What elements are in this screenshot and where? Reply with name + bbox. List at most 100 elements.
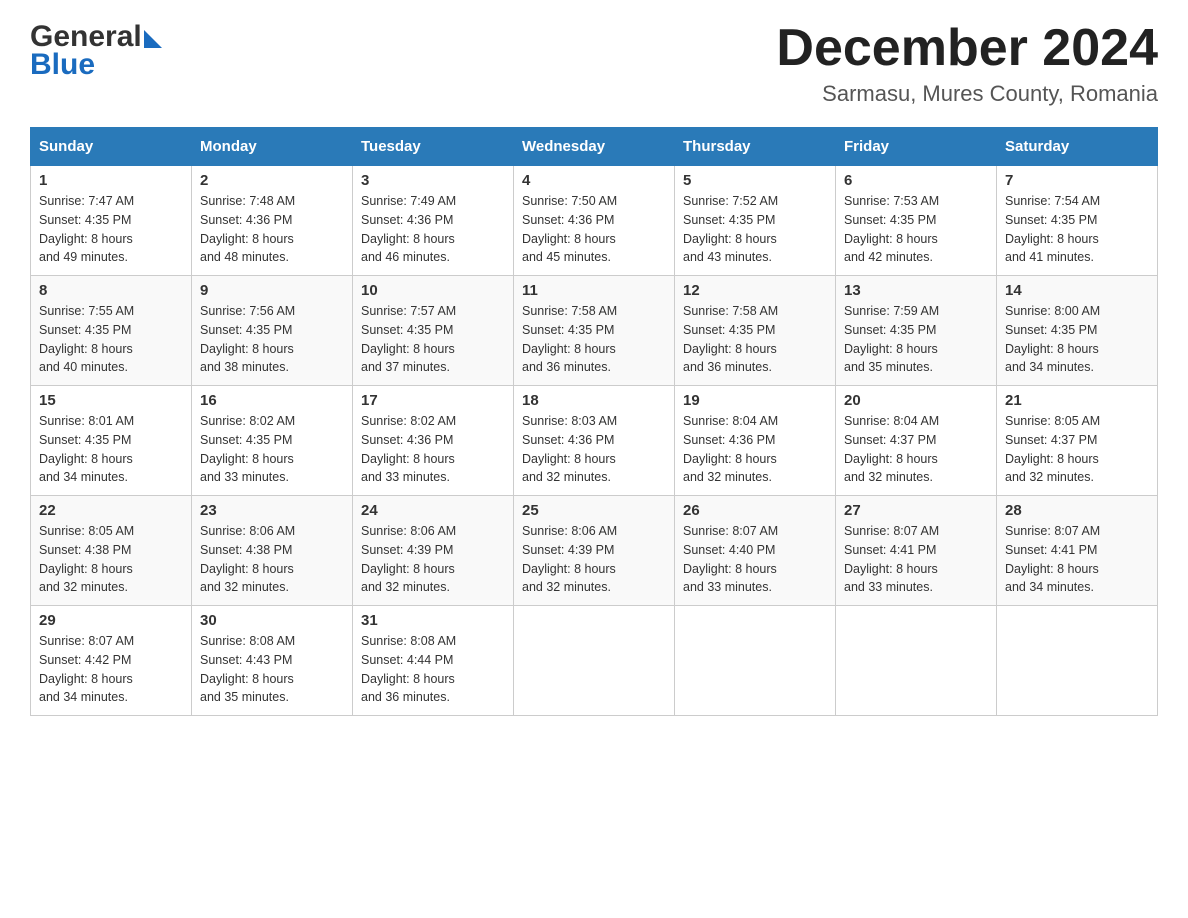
- day-info: Sunrise: 8:08 AMSunset: 4:43 PMDaylight:…: [200, 632, 344, 707]
- title-block: December 2024 Sarmasu, Mures County, Rom…: [776, 20, 1158, 107]
- header-thursday: Thursday: [675, 128, 836, 166]
- day-info: Sunrise: 8:07 AMSunset: 4:42 PMDaylight:…: [39, 632, 183, 707]
- day-info: Sunrise: 8:02 AMSunset: 4:35 PMDaylight:…: [200, 412, 344, 487]
- day-number: 27: [844, 502, 988, 519]
- table-row: 12 Sunrise: 7:58 AMSunset: 4:35 PMDayligh…: [675, 276, 836, 386]
- logo-arrow-icon: [144, 30, 162, 48]
- page-title: December 2024: [776, 20, 1158, 77]
- day-info: Sunrise: 7:52 AMSunset: 4:35 PMDaylight:…: [683, 192, 827, 267]
- header-wednesday: Wednesday: [514, 128, 675, 166]
- day-info: Sunrise: 7:47 AMSunset: 4:35 PMDaylight:…: [39, 192, 183, 267]
- table-row: 5 Sunrise: 7:52 AMSunset: 4:35 PMDaylight…: [675, 166, 836, 276]
- day-number: 11: [522, 282, 666, 299]
- table-row: 4Sunrise: 7:50 AMSunset: 4:36 PMDaylight…: [514, 166, 675, 276]
- page-subtitle: Sarmasu, Mures County, Romania: [776, 81, 1158, 107]
- day-info: Sunrise: 8:01 AMSunset: 4:35 PMDaylight:…: [39, 412, 183, 487]
- day-number: 30: [200, 612, 344, 629]
- day-info: Sunrise: 8:06 AMSunset: 4:38 PMDaylight:…: [200, 522, 344, 597]
- day-number: 14: [1005, 282, 1149, 299]
- day-number: 2: [200, 172, 344, 189]
- page-header: General Blue December 2024 Sarmasu, Mure…: [30, 20, 1158, 107]
- day-number: 25: [522, 502, 666, 519]
- day-number: 16: [200, 392, 344, 409]
- day-number: 26: [683, 502, 827, 519]
- table-row: 29 Sunrise: 8:07 AMSunset: 4:42 PMDayligh…: [31, 606, 192, 716]
- day-number: 22: [39, 502, 183, 519]
- day-info: Sunrise: 7:57 AMSunset: 4:35 PMDaylight:…: [361, 302, 505, 377]
- table-row: 8Sunrise: 7:55 AMSunset: 4:35 PMDaylight…: [31, 276, 192, 386]
- table-row: 1 Sunrise: 7:47 AMSunset: 4:35 PMDaylight…: [31, 166, 192, 276]
- table-row: 14 Sunrise: 8:00 AMSunset: 4:35 PMDayligh…: [997, 276, 1158, 386]
- header-sunday: Sunday: [31, 128, 192, 166]
- day-info: Sunrise: 8:07 AMSunset: 4:40 PMDaylight:…: [683, 522, 827, 597]
- table-row: 10Sunrise: 7:57 AMSunset: 4:35 PMDayligh…: [353, 276, 514, 386]
- day-info: Sunrise: 8:06 AMSunset: 4:39 PMDaylight:…: [522, 522, 666, 597]
- table-row: 20 Sunrise: 8:04 AMSunset: 4:37 PMDayligh…: [836, 386, 997, 496]
- logo-blue-text: Blue: [30, 48, 95, 82]
- day-info: Sunrise: 8:08 AMSunset: 4:44 PMDaylight:…: [361, 632, 505, 707]
- day-info: Sunrise: 8:05 AMSunset: 4:38 PMDaylight:…: [39, 522, 183, 597]
- calendar-week-row: 29 Sunrise: 8:07 AMSunset: 4:42 PMDayligh…: [31, 606, 1158, 716]
- day-number: 8: [39, 282, 183, 299]
- day-number: 5: [683, 172, 827, 189]
- table-row: [514, 606, 675, 716]
- day-number: 12: [683, 282, 827, 299]
- table-row: 3 Sunrise: 7:49 AMSunset: 4:36 PMDaylight…: [353, 166, 514, 276]
- table-row: 25 Sunrise: 8:06 AMSunset: 4:39 PMDayligh…: [514, 496, 675, 606]
- calendar-week-row: 8Sunrise: 7:55 AMSunset: 4:35 PMDaylight…: [31, 276, 1158, 386]
- day-info: Sunrise: 7:58 AMSunset: 4:35 PMDaylight:…: [522, 302, 666, 377]
- day-number: 18: [522, 392, 666, 409]
- table-row: 18 Sunrise: 8:03 AMSunset: 4:36 PMDayligh…: [514, 386, 675, 496]
- day-number: 20: [844, 392, 988, 409]
- calendar-week-row: 15Sunrise: 8:01 AMSunset: 4:35 PMDayligh…: [31, 386, 1158, 496]
- table-row: 6 Sunrise: 7:53 AMSunset: 4:35 PMDaylight…: [836, 166, 997, 276]
- header-tuesday: Tuesday: [353, 128, 514, 166]
- table-row: 2Sunrise: 7:48 AMSunset: 4:36 PMDaylight…: [192, 166, 353, 276]
- day-info: Sunrise: 8:00 AMSunset: 4:35 PMDaylight:…: [1005, 302, 1149, 377]
- table-row: 13 Sunrise: 7:59 AMSunset: 4:35 PMDayligh…: [836, 276, 997, 386]
- table-row: 19 Sunrise: 8:04 AMSunset: 4:36 PMDayligh…: [675, 386, 836, 496]
- table-row: 23Sunrise: 8:06 AMSunset: 4:38 PMDayligh…: [192, 496, 353, 606]
- header-saturday: Saturday: [997, 128, 1158, 166]
- table-row: 15Sunrise: 8:01 AMSunset: 4:35 PMDayligh…: [31, 386, 192, 496]
- day-info: Sunrise: 8:04 AMSunset: 4:36 PMDaylight:…: [683, 412, 827, 487]
- calendar-header-row: Sunday Monday Tuesday Wednesday Thursday…: [31, 128, 1158, 166]
- day-info: Sunrise: 8:04 AMSunset: 4:37 PMDaylight:…: [844, 412, 988, 487]
- day-number: 13: [844, 282, 988, 299]
- day-info: Sunrise: 8:06 AMSunset: 4:39 PMDaylight:…: [361, 522, 505, 597]
- logo: General Blue: [30, 20, 162, 82]
- table-row: 22 Sunrise: 8:05 AMSunset: 4:38 PMDayligh…: [31, 496, 192, 606]
- day-number: 3: [361, 172, 505, 189]
- table-row: 30 Sunrise: 8:08 AMSunset: 4:43 PMDayligh…: [192, 606, 353, 716]
- table-row: 21 Sunrise: 8:05 AMSunset: 4:37 PMDayligh…: [997, 386, 1158, 496]
- table-row: 11 Sunrise: 7:58 AMSunset: 4:35 PMDayligh…: [514, 276, 675, 386]
- header-friday: Friday: [836, 128, 997, 166]
- day-info: Sunrise: 7:54 AMSunset: 4:35 PMDaylight:…: [1005, 192, 1149, 267]
- day-info: Sunrise: 8:05 AMSunset: 4:37 PMDaylight:…: [1005, 412, 1149, 487]
- day-number: 1: [39, 172, 183, 189]
- table-row: 17Sunrise: 8:02 AMSunset: 4:36 PMDayligh…: [353, 386, 514, 496]
- day-info: Sunrise: 7:59 AMSunset: 4:35 PMDaylight:…: [844, 302, 988, 377]
- day-number: 6: [844, 172, 988, 189]
- day-info: Sunrise: 8:02 AMSunset: 4:36 PMDaylight:…: [361, 412, 505, 487]
- table-row: 24 Sunrise: 8:06 AMSunset: 4:39 PMDayligh…: [353, 496, 514, 606]
- day-info: Sunrise: 8:03 AMSunset: 4:36 PMDaylight:…: [522, 412, 666, 487]
- day-number: 28: [1005, 502, 1149, 519]
- day-number: 21: [1005, 392, 1149, 409]
- table-row: 28Sunrise: 8:07 AMSunset: 4:41 PMDayligh…: [997, 496, 1158, 606]
- calendar-week-row: 22 Sunrise: 8:05 AMSunset: 4:38 PMDayligh…: [31, 496, 1158, 606]
- table-row: 16 Sunrise: 8:02 AMSunset: 4:35 PMDayligh…: [192, 386, 353, 496]
- day-number: 9: [200, 282, 344, 299]
- day-info: Sunrise: 7:49 AMSunset: 4:36 PMDaylight:…: [361, 192, 505, 267]
- calendar-table: Sunday Monday Tuesday Wednesday Thursday…: [30, 127, 1158, 716]
- day-number: 29: [39, 612, 183, 629]
- table-row: 7Sunrise: 7:54 AMSunset: 4:35 PMDaylight…: [997, 166, 1158, 276]
- day-number: 19: [683, 392, 827, 409]
- day-number: 24: [361, 502, 505, 519]
- day-number: 4: [522, 172, 666, 189]
- day-info: Sunrise: 7:53 AMSunset: 4:35 PMDaylight:…: [844, 192, 988, 267]
- table-row: 27Sunrise: 8:07 AMSunset: 4:41 PMDayligh…: [836, 496, 997, 606]
- table-row: 31Sunrise: 8:08 AMSunset: 4:44 PMDayligh…: [353, 606, 514, 716]
- day-info: Sunrise: 7:58 AMSunset: 4:35 PMDaylight:…: [683, 302, 827, 377]
- table-row: [836, 606, 997, 716]
